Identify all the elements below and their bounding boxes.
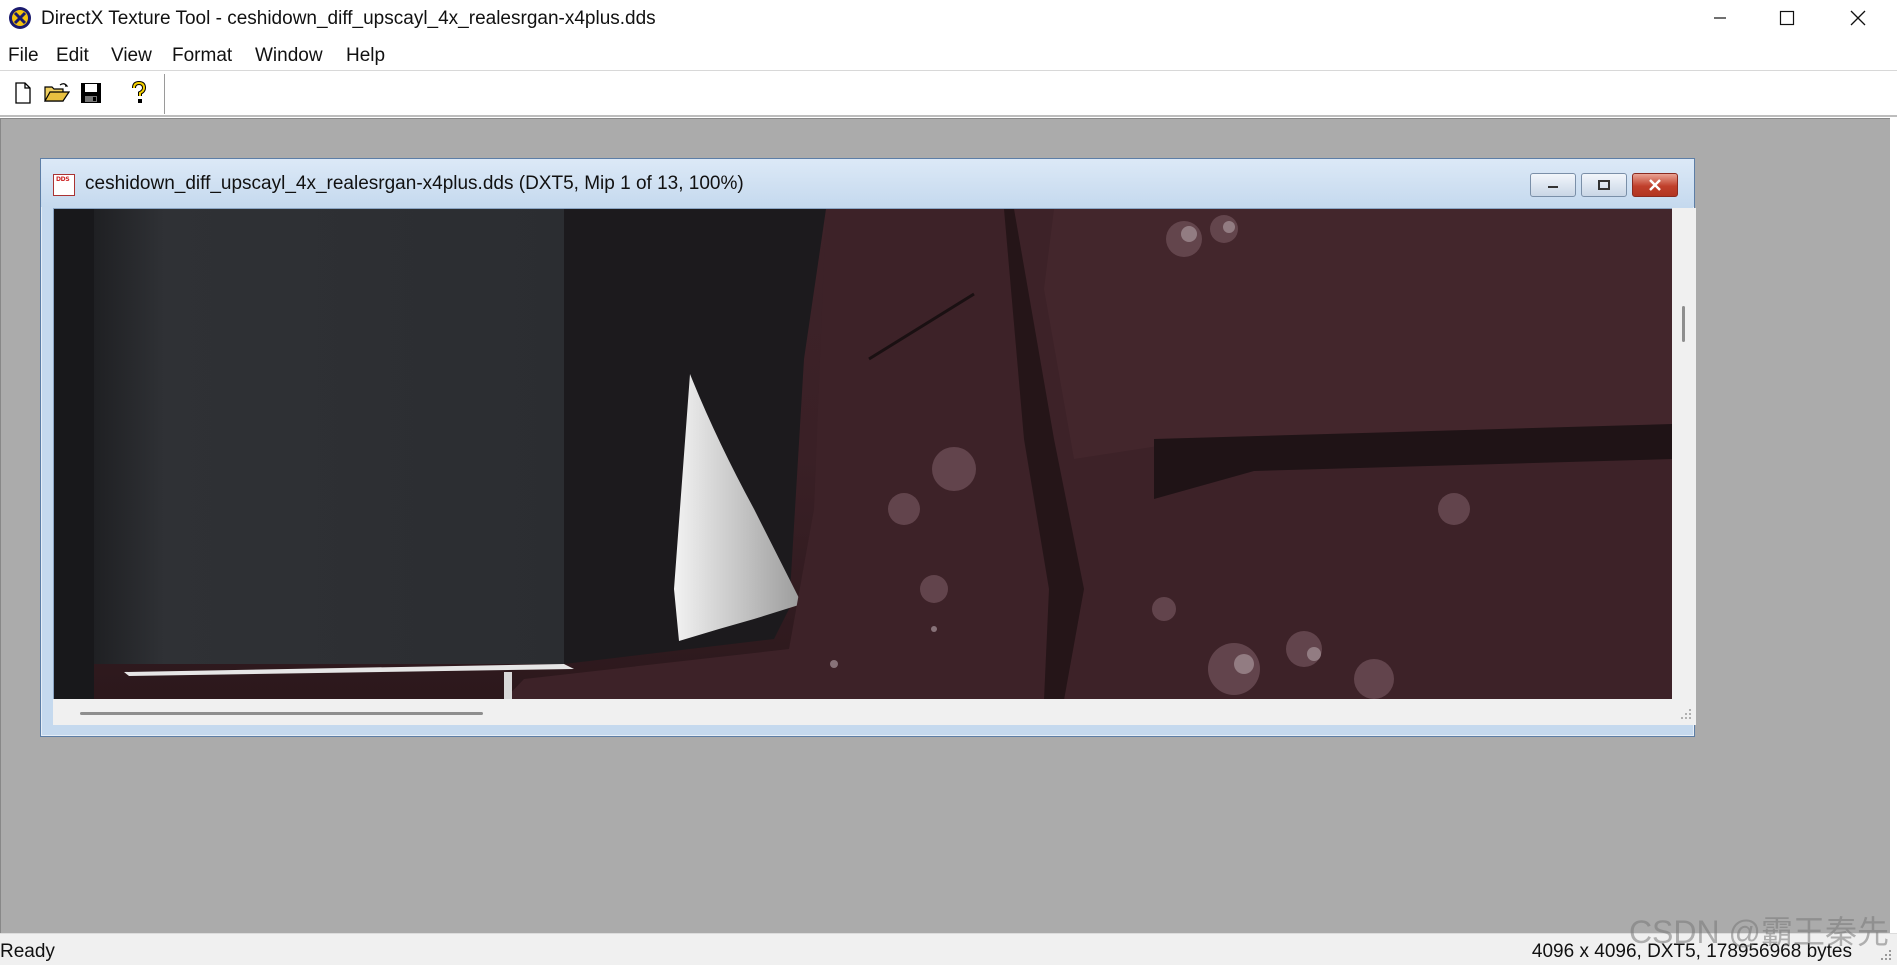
window-title: DirectX Texture Tool - ceshidown_diff_up…: [41, 8, 656, 29]
menu-view[interactable]: View: [111, 45, 152, 67]
help-button[interactable]: [126, 80, 152, 106]
maximize-icon: [1779, 10, 1795, 26]
status-text: Ready: [0, 941, 55, 962]
child-window-title: ceshidown_diff_upscayl_4x_realesrgan-x4p…: [85, 173, 744, 194]
minimize-button[interactable]: [1686, 0, 1754, 36]
child-restore-button[interactable]: [1581, 173, 1627, 197]
horizontal-scroll-thumb[interactable]: [80, 712, 483, 715]
maximize-button[interactable]: [1753, 0, 1821, 36]
texture-viewport[interactable]: [53, 208, 1672, 699]
texture-image: [54, 209, 1672, 699]
app-window: DirectX Texture Tool - ceshidown_diff_up…: [0, 0, 1897, 965]
dds-icon-label: DDS: [56, 176, 70, 183]
status-bar: Ready 4096 x 4096, DXT5, 178956968 bytes: [0, 933, 1897, 965]
texture-child-window[interactable]: DDS ceshidown_diff_upscayl_4x_realesrgan…: [40, 158, 1696, 737]
menu-edit[interactable]: Edit: [56, 45, 89, 67]
new-button[interactable]: [10, 80, 36, 106]
menu-window[interactable]: Window: [255, 45, 323, 67]
minimize-icon: [1548, 186, 1558, 188]
scroll-corner: [1672, 699, 1696, 725]
close-icon: [1649, 179, 1661, 191]
restore-icon: [1598, 180, 1610, 190]
dds-file-icon: DDS: [53, 174, 75, 196]
open-folder-icon: [44, 83, 70, 102]
horizontal-scrollbar[interactable]: [53, 699, 1672, 725]
save-disk-icon: [81, 83, 101, 103]
close-icon: [1850, 10, 1866, 26]
close-button[interactable]: [1824, 0, 1892, 36]
open-button[interactable]: [44, 80, 70, 106]
toolbar: [0, 72, 1897, 117]
minimize-icon: [1714, 17, 1726, 19]
watermark: CSDN @霸王秦先: [1628, 914, 1889, 950]
workspace-edge: [1890, 118, 1897, 933]
resize-grip-icon[interactable]: [1875, 944, 1893, 962]
child-minimize-button[interactable]: [1530, 173, 1576, 197]
vertical-scrollbar[interactable]: [1672, 208, 1696, 699]
menu-help[interactable]: Help: [346, 45, 385, 67]
menu-format[interactable]: Format: [172, 45, 232, 67]
resize-grip-icon: [1681, 709, 1691, 719]
directx-icon: [9, 7, 31, 29]
save-button[interactable]: [78, 80, 104, 106]
child-close-button[interactable]: [1632, 173, 1678, 197]
toolbar-separator: [164, 74, 166, 114]
menu-bar: File Edit View Format Window Help: [0, 41, 1897, 71]
help-question-icon: [132, 81, 147, 103]
menu-file[interactable]: File: [8, 45, 39, 67]
title-bar[interactable]: DirectX Texture Tool - ceshidown_diff_up…: [0, 0, 1897, 38]
vertical-scroll-thumb[interactable]: [1682, 306, 1685, 342]
child-title-bar[interactable]: DDS ceshidown_diff_upscayl_4x_realesrgan…: [41, 159, 1694, 207]
new-document-icon: [15, 82, 31, 104]
